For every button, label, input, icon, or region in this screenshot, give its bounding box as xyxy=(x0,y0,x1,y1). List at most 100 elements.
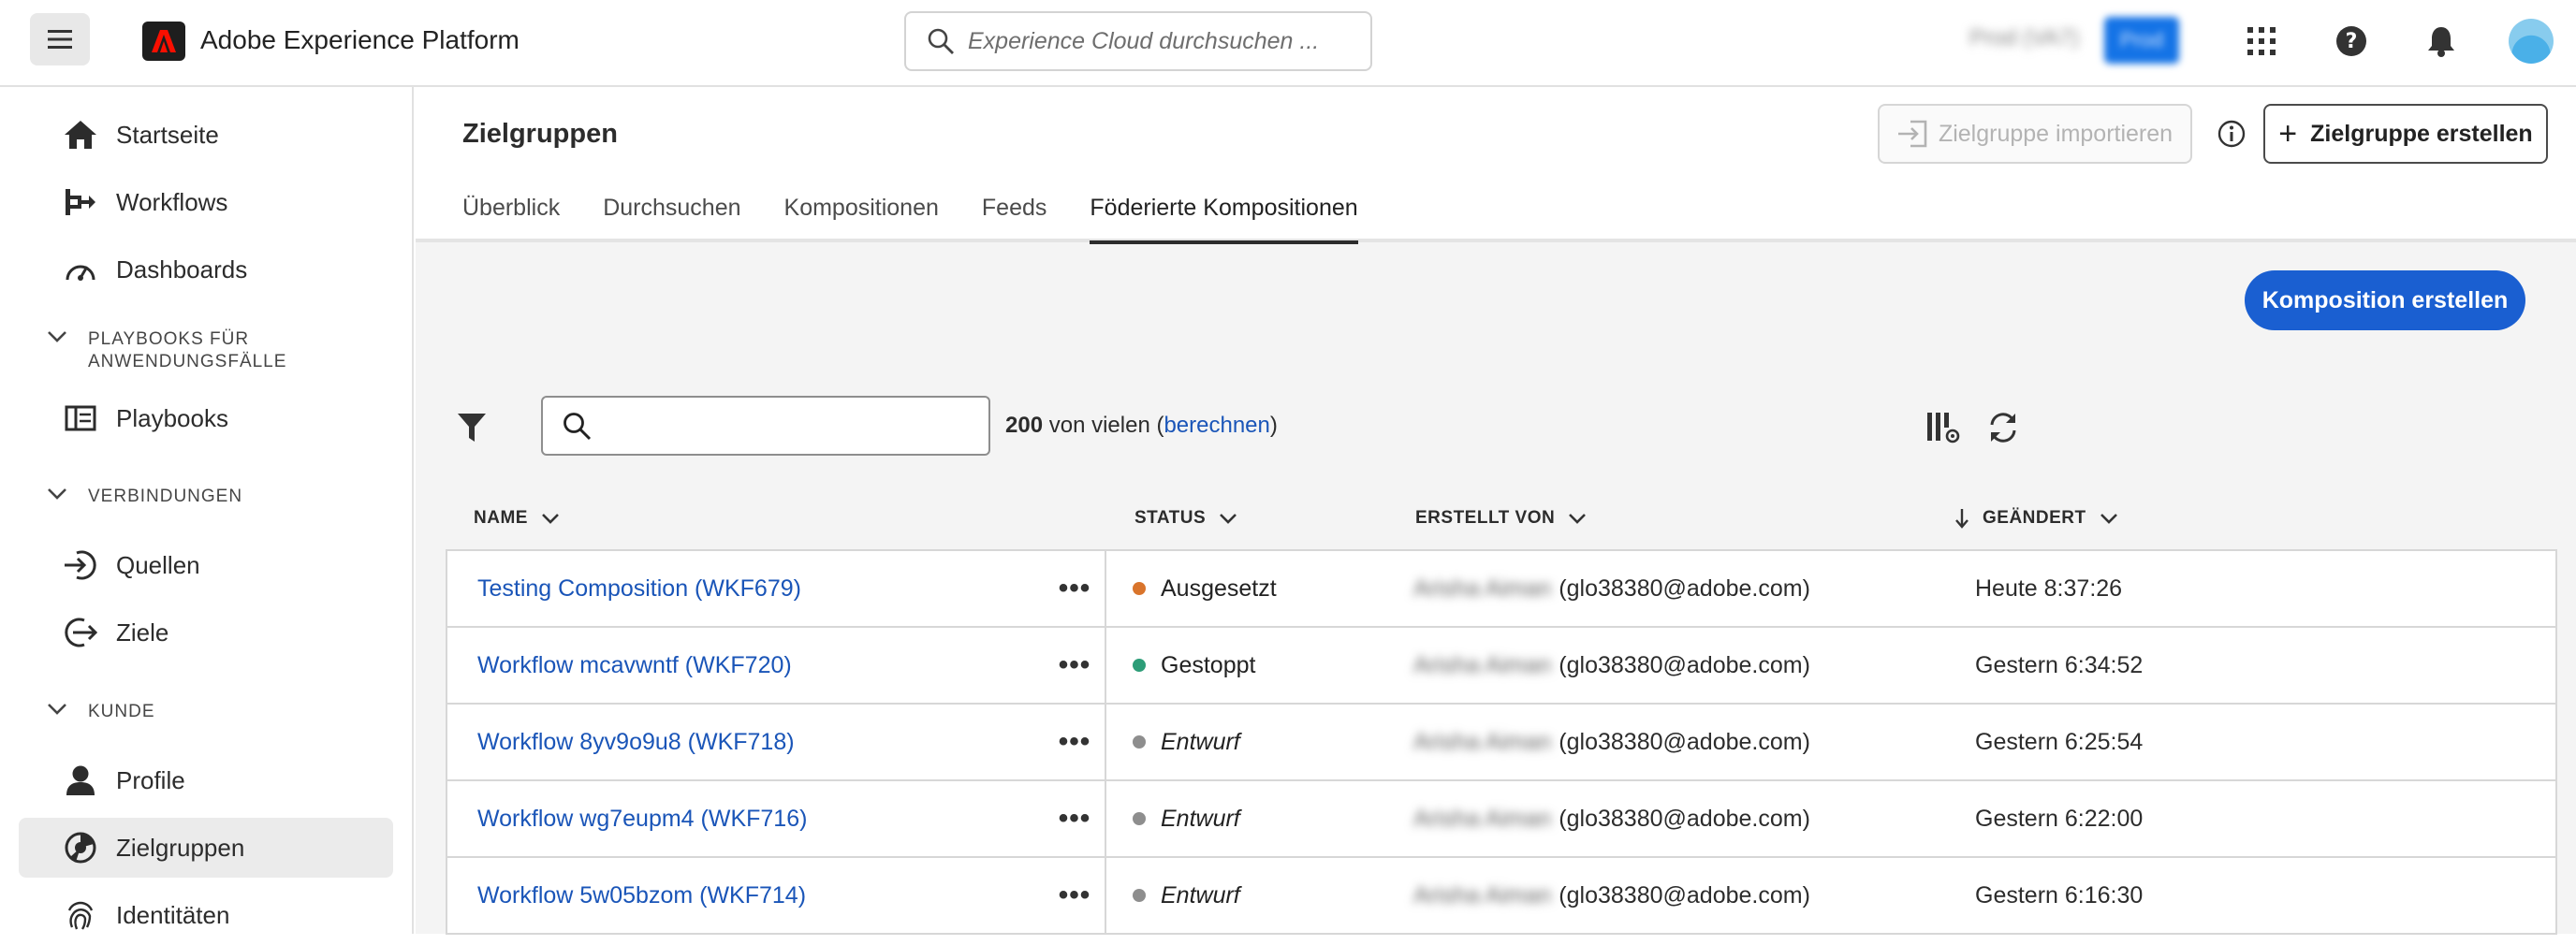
notifications-bell-icon[interactable] xyxy=(2421,21,2462,62)
changed-cell: Gestern 6:16:30 xyxy=(1975,881,2144,909)
table-row[interactable]: Workflow wg7eupm4 (WKF716) ••• Entwurf A… xyxy=(447,781,2555,858)
sidebar-item-playbooks[interactable]: Playbooks xyxy=(19,388,393,448)
creator-email: (glo38380@adobe.com) xyxy=(1559,574,1810,602)
table-header: NAME STATUS ERSTELLT VON GEÄNDERT xyxy=(446,489,2557,547)
refresh-icon[interactable] xyxy=(1983,407,2024,448)
composition-name-link[interactable]: Testing Composition (WKF679) xyxy=(477,551,801,626)
top-bar: Adobe Experience Platform Prod (VA7) Pro… xyxy=(0,0,2576,87)
list-search-input[interactable] xyxy=(603,413,977,439)
user-avatar[interactable] xyxy=(2509,19,2554,64)
more-actions-icon[interactable]: ••• xyxy=(1046,858,1103,933)
creator-email: (glo38380@adobe.com) xyxy=(1559,805,1810,832)
more-actions-icon[interactable]: ••• xyxy=(1046,628,1103,703)
create-audience-label: Zielgruppe erstellen xyxy=(2310,120,2533,147)
status-cell: Entwurf xyxy=(1133,705,1240,779)
list-toolbar: 200 von vielen (berechnen) xyxy=(453,396,2539,458)
status-label: Entwurf xyxy=(1161,805,1240,832)
tab-compositions[interactable]: Kompositionen xyxy=(784,188,939,242)
sort-descending-icon xyxy=(1954,508,1969,529)
table-row[interactable]: Testing Composition (WKF679) ••• Ausgese… xyxy=(447,551,2555,628)
sidebar-item-label: Ziele xyxy=(116,618,169,647)
status-label: Entwurf xyxy=(1161,728,1240,755)
created-by-cell: Arisha Aiman (glo38380@adobe.com) xyxy=(1413,858,1810,933)
result-count: 200 von vielen (berechnen) xyxy=(1005,413,1278,439)
list-search[interactable] xyxy=(541,396,990,456)
table-row[interactable]: Workflow 5w05bzom (WKF714) ••• Entwurf A… xyxy=(447,858,2555,935)
main-content: Zielgruppen Zielgruppe importieren + Zie… xyxy=(416,87,2576,935)
page-header: Zielgruppen Zielgruppe importieren + Zie… xyxy=(416,87,2576,244)
sidebar-item-home[interactable]: Startseite xyxy=(19,105,393,165)
column-header-label: STATUS xyxy=(1134,508,1207,528)
org-name[interactable]: Prod (VA7) xyxy=(1969,25,2079,51)
tab-overview[interactable]: Überblick xyxy=(462,188,560,242)
sidebar-item-identities[interactable]: Identitäten xyxy=(19,885,393,945)
tab-feeds[interactable]: Feeds xyxy=(982,188,1046,242)
sandbox-badge[interactable]: Prod xyxy=(2104,17,2179,64)
calculate-link[interactable]: berechnen xyxy=(1164,413,1269,438)
sidebar-item-audiences[interactable]: Zielgruppen xyxy=(19,818,393,878)
hamburger-menu-button[interactable] xyxy=(30,13,90,65)
column-divider xyxy=(1105,781,1106,856)
help-icon[interactable]: ? xyxy=(2331,21,2372,62)
sidebar-item-label: Playbooks xyxy=(116,403,228,432)
creator-email: (glo38380@adobe.com) xyxy=(1559,881,1810,909)
sidebar-item-label: Identitäten xyxy=(116,900,230,929)
composition-name-link[interactable]: Workflow mcavwntf (WKF720) xyxy=(477,628,792,703)
info-icon[interactable] xyxy=(2215,117,2248,151)
table-row[interactable]: Workflow mcavwntf (WKF720) ••• Gestoppt … xyxy=(447,628,2555,705)
column-header-status[interactable]: STATUS xyxy=(1134,508,1237,529)
column-header-name[interactable]: NAME xyxy=(474,508,560,529)
composition-name-link[interactable]: Workflow wg7eupm4 (WKF716) xyxy=(477,781,807,856)
import-icon xyxy=(1897,120,1927,148)
sidebar-section-label: PLAYBOOKS FÜR ANWENDUNGSFÄLLE xyxy=(88,329,287,371)
result-count-text: von vielen ( xyxy=(1043,413,1164,438)
sidebar-item-profiles[interactable]: Profile xyxy=(19,750,393,810)
creator-name: Arisha Aiman xyxy=(1413,805,1552,832)
creator-name: Arisha Aiman xyxy=(1413,651,1552,678)
apps-grid-icon[interactable] xyxy=(2241,21,2282,62)
created-by-cell: Arisha Aiman (glo38380@adobe.com) xyxy=(1413,551,1810,626)
fingerprint-icon xyxy=(60,894,101,936)
more-actions-icon[interactable]: ••• xyxy=(1046,781,1103,856)
result-count-close: ) xyxy=(1269,413,1278,438)
search-icon xyxy=(927,27,955,55)
adobe-logo-icon[interactable] xyxy=(142,22,185,61)
creator-email: (glo38380@adobe.com) xyxy=(1559,651,1810,678)
column-header-created-by[interactable]: ERSTELLT VON xyxy=(1415,508,1587,529)
changed-cell: Gestern 6:25:54 xyxy=(1975,728,2144,755)
created-by-cell: Arisha Aiman (glo38380@adobe.com) xyxy=(1413,781,1810,856)
more-actions-icon[interactable]: ••• xyxy=(1046,705,1103,779)
table-row[interactable]: Workflow 8yv9o9u8 (WKF718) ••• Entwurf A… xyxy=(447,705,2555,781)
more-actions-icon[interactable]: ••• xyxy=(1046,551,1103,626)
destinations-icon xyxy=(60,612,101,653)
hamburger-icon xyxy=(48,30,72,49)
filter-icon[interactable] xyxy=(453,409,490,446)
global-search-input[interactable] xyxy=(968,27,1342,55)
tab-browse[interactable]: Durchsuchen xyxy=(603,188,740,242)
sidebar-item-destinations[interactable]: Ziele xyxy=(19,603,393,662)
sidebar-item-workflows[interactable]: Workflows xyxy=(19,172,393,232)
sidebar-section-connections[interactable]: VERBINDUNGEN xyxy=(47,486,369,508)
chevron-down-icon xyxy=(47,487,71,505)
sidebar-section-playbooks[interactable]: PLAYBOOKS FÜR ANWENDUNGSFÄLLE xyxy=(47,328,369,373)
global-search[interactable] xyxy=(904,11,1372,71)
creator-name: Arisha Aiman xyxy=(1413,881,1552,909)
import-audience-button[interactable]: Zielgruppe importieren xyxy=(1878,104,2192,164)
column-header-changed[interactable]: GEÄNDERT xyxy=(1954,508,2118,529)
creator-name: Arisha Aiman xyxy=(1413,728,1552,755)
tab-federated-compositions[interactable]: Föderierte Kompositionen xyxy=(1090,188,1358,244)
profile-icon xyxy=(60,760,101,801)
create-audience-button[interactable]: + Zielgruppe erstellen xyxy=(2263,104,2548,164)
sidebar-section-customer[interactable]: KUNDE xyxy=(47,701,369,723)
sidebar-item-dashboards[interactable]: Dashboards xyxy=(19,240,393,299)
create-composition-button[interactable]: Komposition erstellen xyxy=(2245,270,2525,330)
audiences-icon xyxy=(60,827,101,868)
column-header-label: GEÄNDERT xyxy=(1983,508,2086,528)
composition-name-link[interactable]: Workflow 8yv9o9u8 (WKF718) xyxy=(477,705,795,779)
dashboard-icon xyxy=(60,249,101,290)
composition-name-link[interactable]: Workflow 5w05bzom (WKF714) xyxy=(477,858,806,933)
column-settings-icon[interactable] xyxy=(1923,407,1964,448)
sidebar-item-sources[interactable]: Quellen xyxy=(19,535,393,595)
app-title[interactable]: Adobe Experience Platform xyxy=(200,25,520,55)
sidebar-section-label: VERBINDUNGEN xyxy=(88,487,243,506)
